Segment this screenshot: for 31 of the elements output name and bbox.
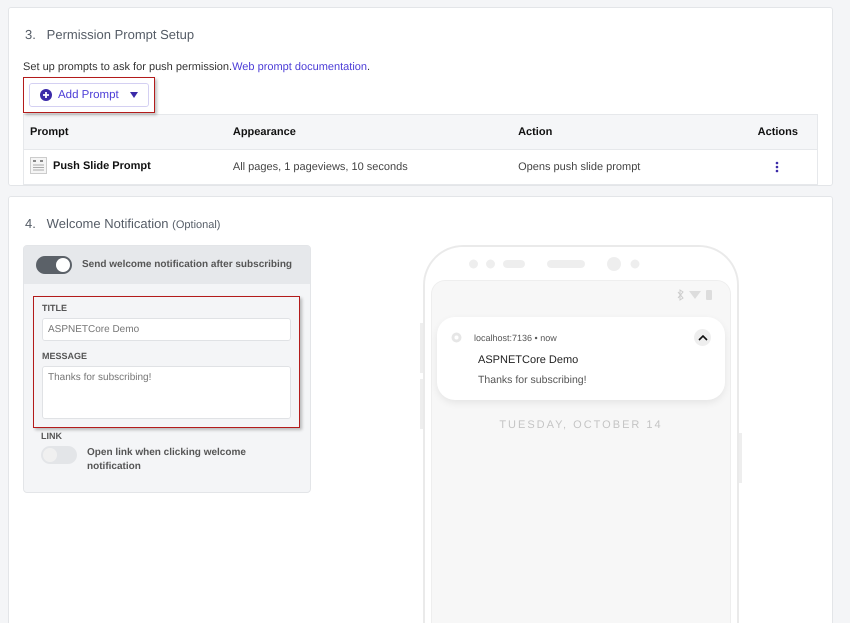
table-cell: All pages, 1 pageviews, 10 seconds xyxy=(226,150,512,184)
notification-message: Thanks for subscribing! xyxy=(478,374,588,386)
notification-title: ASPNETCore Demo xyxy=(478,354,580,366)
field-label: TITLE xyxy=(42,303,68,313)
toggle-label: Open link when clicking welcome notification xyxy=(87,446,247,474)
column-header: Appearance xyxy=(226,114,512,150)
column-header: Prompt xyxy=(24,114,227,150)
field-label: MESSAGE xyxy=(42,351,88,361)
section-heading: 4. Welcome Notification xyxy=(25,216,169,231)
document-icon xyxy=(30,157,47,174)
plus-circle-icon xyxy=(40,89,52,101)
more-options-icon[interactable] xyxy=(775,161,779,174)
table-cell: Opens push slide prompt xyxy=(512,150,717,184)
browser-icon xyxy=(451,332,462,343)
collapse-button[interactable] xyxy=(694,329,711,346)
message-field[interactable]: Thanks for subscribing! xyxy=(42,366,291,419)
section-heading: 3. Permission Prompt Setup xyxy=(25,27,196,42)
add-prompt-button[interactable]: Add Prompt xyxy=(29,83,149,107)
field-label: LINK xyxy=(41,431,63,441)
description-text: Set up prompts to ask for push permission.Web prompt documentation. xyxy=(23,61,372,73)
input-field[interactable]: ASPNETCore Demo xyxy=(42,318,291,341)
column-header: Actions xyxy=(717,114,818,150)
table-cell: Push Slide Prompt xyxy=(53,160,151,172)
caret-icon xyxy=(130,92,138,98)
documentation-link[interactable]: Web prompt documentation xyxy=(232,61,368,73)
chevron-up-icon xyxy=(698,334,708,340)
toggle-switch[interactable] xyxy=(36,256,72,274)
optional-label: (Optional) xyxy=(172,219,220,231)
notification-source: localhost:7136 • now xyxy=(474,332,558,342)
column-header: Action xyxy=(512,114,717,150)
toggle-label: Send welcome notification after subscribing xyxy=(82,258,292,272)
